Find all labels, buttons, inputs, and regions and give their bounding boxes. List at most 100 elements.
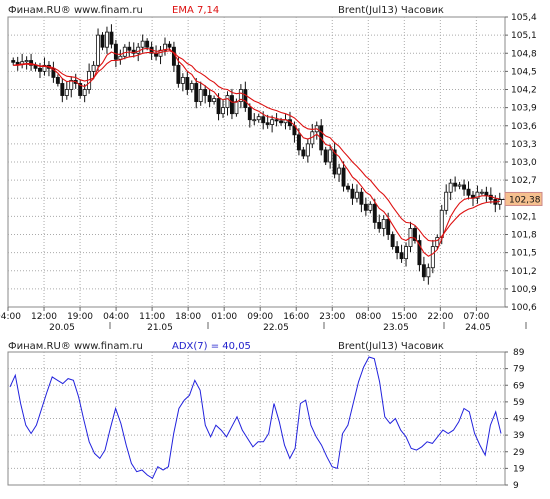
price-xtick-label: 01:00 bbox=[211, 312, 237, 322]
candle-body bbox=[229, 95, 234, 115]
candle-body bbox=[256, 116, 261, 121]
candle-body bbox=[109, 31, 114, 45]
candle-body bbox=[296, 134, 301, 151]
price-ytick-label: 104,2 bbox=[511, 86, 537, 96]
adx-chart: 89 79 69 59 49 39 29 19 9 bbox=[7, 348, 525, 491]
candle-body bbox=[100, 34, 105, 48]
candle-body bbox=[252, 119, 257, 122]
adx-ytick-label: 89 bbox=[513, 348, 525, 358]
candle-body bbox=[377, 222, 382, 229]
price-ytick-label: 101,8 bbox=[511, 231, 537, 241]
price-ytick-label: 104,8 bbox=[511, 49, 537, 59]
adx-ytick-label: 59 bbox=[513, 398, 525, 408]
candle-body bbox=[185, 77, 190, 90]
candle-body bbox=[301, 149, 306, 157]
candle-body bbox=[176, 64, 181, 84]
candle-body bbox=[212, 98, 217, 102]
price-xtick-label: 19:00 bbox=[67, 312, 93, 322]
candle-body bbox=[421, 264, 426, 278]
price-xtick-label: 09:00 bbox=[247, 312, 273, 322]
chart-window: Финам.RU® www.finam.ru EMA 7,14 Brent(Ju… bbox=[0, 0, 550, 499]
price-ytick-label: 103,0 bbox=[511, 158, 537, 168]
candle-body bbox=[198, 89, 203, 102]
candle-body bbox=[404, 246, 408, 260]
candle-body bbox=[122, 46, 127, 57]
candle-body bbox=[439, 209, 444, 238]
candle-body bbox=[399, 252, 404, 260]
candle-body bbox=[216, 98, 221, 115]
candle-body bbox=[234, 101, 239, 115]
candle-body bbox=[38, 67, 42, 72]
candle-body bbox=[194, 83, 199, 102]
price-xtick-label: 22:00 bbox=[427, 312, 453, 322]
last-price-tag-text: 102,38 bbox=[509, 195, 541, 205]
adx-ytick-label: 9 bbox=[513, 481, 519, 491]
price-ytick-label: 102,7 bbox=[511, 176, 537, 186]
candle-body bbox=[105, 31, 109, 48]
candle-body bbox=[167, 43, 172, 48]
candle-body bbox=[180, 77, 185, 84]
candle-body bbox=[270, 119, 275, 125]
candle-body bbox=[145, 40, 150, 48]
candle-body bbox=[64, 89, 69, 96]
price-xtick-label: 04:00 bbox=[103, 312, 129, 322]
candle-body bbox=[127, 46, 132, 51]
candle-body bbox=[113, 43, 118, 60]
candle-body bbox=[265, 122, 270, 125]
candle-body bbox=[426, 267, 431, 278]
candle-body bbox=[462, 184, 467, 190]
price-ytick-label: 101,2 bbox=[511, 267, 537, 277]
candle-body bbox=[444, 191, 449, 211]
candle-body bbox=[221, 107, 225, 115]
candle-body bbox=[390, 234, 395, 247]
candle-body bbox=[261, 116, 266, 124]
candle-body bbox=[363, 203, 368, 211]
candle-body bbox=[479, 191, 484, 194]
adx-ytick-label: 39 bbox=[513, 431, 525, 441]
candle-body bbox=[381, 218, 386, 229]
candle-body bbox=[323, 149, 328, 163]
candle-body bbox=[91, 64, 96, 72]
adx-ytick-label: 19 bbox=[513, 464, 525, 474]
candle-body bbox=[305, 143, 310, 157]
candle-body bbox=[82, 89, 87, 96]
candle-body bbox=[243, 89, 248, 109]
price-xdate-label: 21.05 bbox=[147, 323, 173, 333]
price-ytick-label: 101,5 bbox=[511, 249, 537, 259]
price-plot-frame bbox=[7, 16, 506, 308]
candle-body bbox=[484, 191, 489, 196]
candle-body bbox=[225, 95, 230, 109]
candle-body bbox=[203, 89, 208, 96]
candle-body bbox=[140, 40, 145, 48]
adx-ytick-label: 49 bbox=[513, 415, 525, 425]
price-xtick-label: 16:00 bbox=[283, 312, 309, 322]
candle-body bbox=[372, 203, 377, 223]
candle-body bbox=[24, 60, 29, 63]
price-ytick-label: 102,1 bbox=[511, 212, 537, 222]
candle-body bbox=[279, 120, 284, 124]
price-xtick-label: 12:00 bbox=[31, 312, 57, 322]
candle-body bbox=[350, 188, 355, 199]
candle-body bbox=[118, 55, 123, 60]
price-xdate-label: 23.05 bbox=[383, 323, 409, 333]
price-xtick-label: 07:00 bbox=[463, 312, 489, 322]
candle-body bbox=[55, 77, 60, 84]
candle-body bbox=[368, 203, 373, 211]
candle-body bbox=[328, 149, 333, 163]
price-ytick-label: 105,4 bbox=[511, 13, 537, 23]
price-chart: 105,4 105,1 104,8 104,5 104,2 103,9 103,6 103,3… bbox=[0, 13, 543, 333]
candle-body bbox=[33, 64, 38, 69]
candle-body bbox=[341, 167, 346, 187]
adx-ytick-label: 29 bbox=[513, 448, 525, 458]
candle-body bbox=[430, 246, 435, 269]
candle-body bbox=[96, 34, 101, 66]
price-ytick-label: 103,6 bbox=[511, 122, 537, 132]
candle-body bbox=[60, 83, 65, 96]
price-xdate-label: 20.05 bbox=[49, 323, 75, 333]
candle-body bbox=[354, 191, 359, 199]
candle-body bbox=[247, 107, 252, 121]
candle-body bbox=[274, 119, 279, 122]
candle-body bbox=[386, 218, 391, 235]
candle-body bbox=[11, 60, 16, 63]
candle-body bbox=[69, 80, 74, 90]
